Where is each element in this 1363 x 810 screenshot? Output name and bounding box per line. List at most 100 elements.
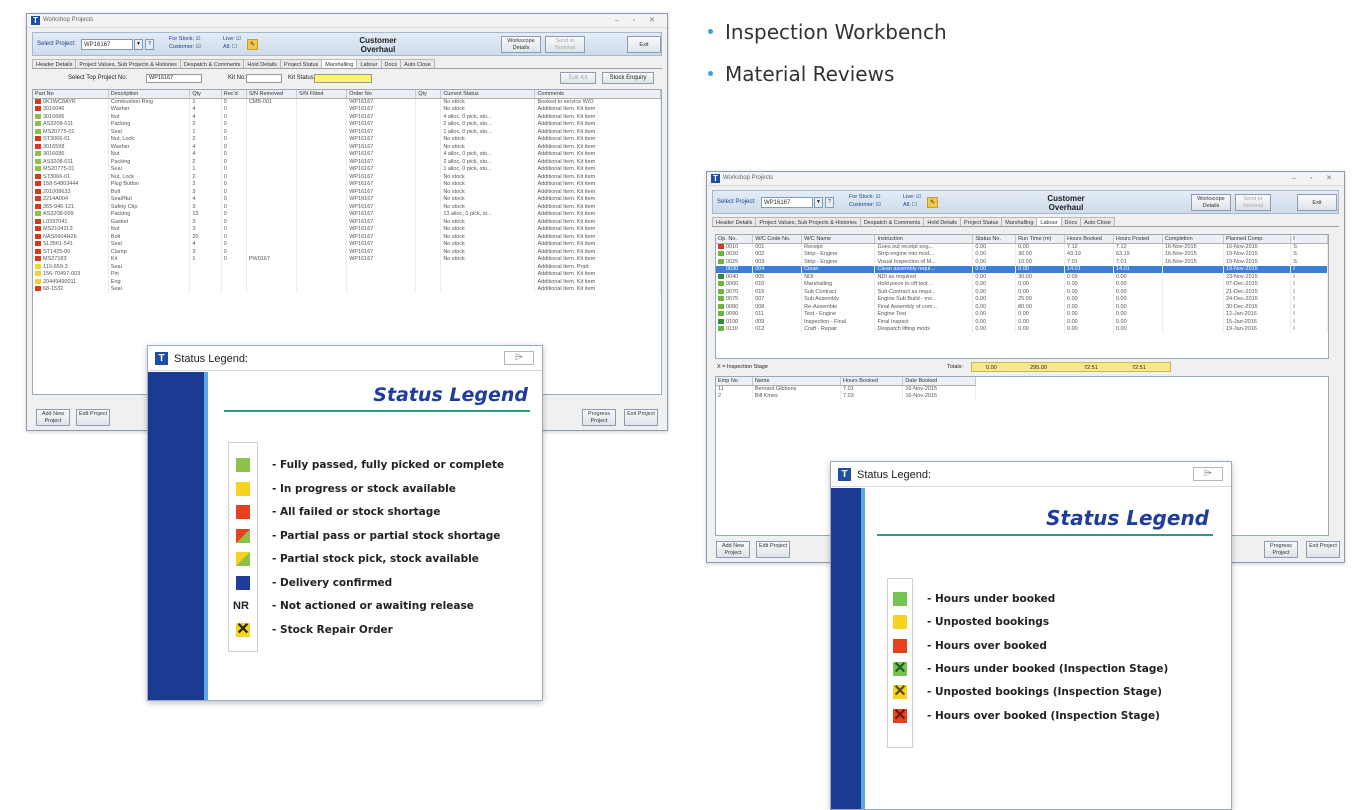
top-project-combo[interactable]: WP16167 (146, 74, 202, 83)
for-stock-checkbox[interactable]: For Stock: ☑ (849, 194, 881, 201)
question-icon[interactable]: ? (145, 39, 154, 50)
all-checkbox[interactable]: All: ☐ (903, 202, 917, 209)
table-row[interactable]: 158-54803444 Plug Button 3 0 WP16167 No stock… (33, 180, 661, 188)
stock-enquiry-button[interactable]: Stock Enquiry (602, 72, 654, 84)
customer-checkbox[interactable]: Customer: ☑ (849, 202, 881, 209)
column-header[interactable]: Name (752, 377, 842, 386)
table-row[interactable]: 355-946-121 Safety Clip 3 0 WP16167 No stock A… (33, 203, 661, 211)
table-row[interactable]: 2 Bill Kmes 7.03 16-Nov-2015 (716, 392, 976, 400)
table-row[interactable]: 68-1532 Seal Additional Item. Kit item (33, 285, 661, 293)
column-header[interactable]: Planned Comp. (1223, 235, 1292, 244)
column-header[interactable]: I (1290, 235, 1328, 244)
table-row[interactable]: 0040 005 NDI NDI as required 0.00 30.00 0.09 0.… (716, 273, 1328, 281)
column-header[interactable]: Comments (534, 90, 661, 99)
tab-labour[interactable]: Labour (1036, 217, 1062, 226)
table-row[interactable]: 0K1WC8AYR Combustion Ring 1 0 CMB-001 WP16167… (33, 98, 661, 106)
table-row[interactable]: MS20775-01 Seal 1 0 WP16167 1 alloc, 0 pick, … (33, 128, 661, 136)
table-row[interactable]: 0010 001 Receipt Goes out receipt eng... 0.0… (716, 243, 1328, 251)
table-row[interactable]: 0020 002 Strip - Engine Strip engine into m… (716, 250, 1328, 258)
table-row[interactable]: ST3066-01 Nut, Lock 2 0 WP16167 No stock Addit… (33, 135, 661, 143)
progress-project-button[interactable]: Progress Project (1264, 541, 1298, 558)
workscope-details-button[interactable]: Workscope Details (501, 36, 541, 53)
tab-project-status[interactable]: Project Status (280, 59, 323, 68)
table-row[interactable]: 0075 007 Sub Assembly Engine Sub Build - mo… (716, 295, 1328, 303)
table-row[interactable]: 3016686 Nut 4 0 WP16167 4 alloc, 0 pick, sto.… (33, 113, 661, 121)
column-header[interactable]: Description (108, 90, 191, 99)
window-controls[interactable]: – ▫ ✕ (615, 16, 661, 24)
table-row[interactable]: 201008633 Bolt 3 0 WP16167 No stock Additional… (33, 188, 661, 196)
table-row[interactable]: AS3208-011 Packing 2 0 WP16167 2 alloc, 0 pic… (33, 158, 661, 166)
tab-auto-close[interactable]: Auto Close (400, 59, 435, 68)
tab-despatch-comments[interactable]: Despatch & Comments (859, 217, 925, 226)
column-header[interactable]: Qty (189, 90, 222, 99)
progress-project-button[interactable]: Progress Project (582, 409, 616, 426)
kit-no-field[interactable] (246, 74, 282, 83)
window-controls[interactable]: – ▫ ✕ (1292, 174, 1338, 182)
table-row[interactable]: L0337041 Gasket 3 0 WP16167 No stock Additiona… (33, 218, 661, 226)
question-icon[interactable]: ? (825, 197, 834, 208)
edit-project-button[interactable]: Edit Project (756, 541, 790, 558)
column-header[interactable]: Run Time (m) (1015, 235, 1066, 244)
tab-project-values-sub-projects-histories[interactable]: Project Values, Sub Projects & Histories (75, 59, 181, 68)
table-row[interactable]: ST3066-01 Nut, Lock 2 0 WP16167 No stock Addit… (33, 173, 661, 181)
column-header[interactable]: Rec'd (221, 90, 247, 99)
table-row[interactable]: MS27183 Kit 1 0 PW0167 WP16167 No stock Additio… (33, 255, 661, 263)
edit-project-button[interactable]: Edit Project (76, 409, 110, 426)
tab-marshalling[interactable]: Marshalling (321, 59, 358, 68)
table-row[interactable]: 110-659-3 Seal Additional Item. Pratt (33, 263, 661, 271)
tab-project-values-sub-projects-histories[interactable]: Project Values, Sub Projects & Histories (755, 217, 861, 226)
column-header[interactable]: Hours Booked (1064, 235, 1114, 244)
column-header[interactable]: Completion (1162, 235, 1224, 244)
folder-icon[interactable]: ✎ (927, 197, 938, 208)
folder-icon[interactable]: ✎ (247, 39, 258, 50)
column-header[interactable]: S/N Fitted (296, 90, 348, 99)
tab-auto-close[interactable]: Auto Close (1080, 217, 1115, 226)
tab-docs[interactable]: Docs (1060, 217, 1082, 226)
tab-labour[interactable]: Labour (356, 59, 382, 68)
table-row[interactable]: AS3208-009 Packing 13 0 WP16167 13 alloc, 0 p… (33, 210, 661, 218)
table-row[interactable]: 2214A004 Seal/Nut 4 0 WP16167 No stock Additio… (33, 195, 661, 203)
column-header[interactable]: Emp No (716, 377, 753, 386)
table-row[interactable]: MS20775-01 Seal 1 0 WP16167 1 alloc, 0 pick, … (33, 165, 661, 173)
close-button[interactable]: ⌲ (504, 351, 534, 365)
table-row[interactable]: 11 Bernard Gibbons 7.01 16-Nov-2015 (716, 385, 976, 393)
add-new-project-button[interactable]: Add New Project (716, 541, 750, 558)
chevron-down-icon[interactable]: ▼ (134, 39, 143, 50)
send-to-nominal-button[interactable]: Send to Nominal (1235, 194, 1271, 211)
add-new-project-button[interactable]: Add New Project (36, 409, 70, 426)
chevron-down-icon[interactable]: ▼ (814, 197, 823, 208)
tab-header-details[interactable]: Header Details (712, 217, 757, 226)
column-header[interactable]: W/C Code No. (752, 235, 803, 244)
all-checkbox[interactable]: All: ☐ (223, 44, 237, 51)
tab-hold-details[interactable]: Hold Details (243, 59, 282, 68)
table-row[interactable]: 0070 015 Sub Contract Sub-Contract as requi… (716, 288, 1328, 296)
labour-operations-grid[interactable]: Op. No. W/C Code No. W/C Name Instruction St… (715, 234, 1329, 359)
tab-docs[interactable]: Docs (380, 59, 402, 68)
column-header[interactable]: Qty (415, 90, 442, 99)
table-row[interactable]: 0060 010 Marshalling Hold piece to off tool… (716, 280, 1328, 288)
table-row[interactable]: AS3208-011 Packing 2 0 WP16167 2 alloc, 0 pic… (33, 120, 661, 128)
table-row[interactable]: 0030 004 Clean Clean assembly requi... 0.00 0… (716, 265, 1328, 273)
table-row[interactable]: 20449490011 Eng Additional Item. Kit item (33, 278, 661, 286)
tab-project-status[interactable]: Project Status (960, 217, 1003, 226)
live-checkbox[interactable]: Live: ☑ (223, 36, 241, 43)
project-combo[interactable]: WP16167 (761, 197, 813, 208)
live-checkbox[interactable]: Live: ☑ (903, 194, 921, 201)
table-row[interactable]: 0110 012 Craft - Repair Despatch lifting mo… (716, 325, 1328, 333)
column-header[interactable]: Part No (33, 90, 109, 99)
table-row[interactable]: MS21042L3 Nut 3 0 WP16167 No stock Additional … (33, 225, 661, 233)
column-header[interactable]: Status No. (972, 235, 1017, 244)
column-header[interactable]: Op. No. (716, 235, 754, 244)
tab-hold-details[interactable]: Hold Details (923, 217, 962, 226)
close-button[interactable]: ⌲ (1193, 467, 1223, 481)
table-row[interactable]: 0090 011 Test - Engine Engine Test 0.00 0.00 0… (716, 310, 1328, 318)
table-row[interactable]: 0100 009 Inspection - Final Final Inspect 0.… (716, 318, 1328, 326)
table-row[interactable]: 3016046 Washer 4 0 WP16167 No stock Additional… (33, 105, 661, 113)
table-row[interactable]: 3016686 Nut 4 0 WP16167 4 alloc, 0 pick, sto.… (33, 150, 661, 158)
tab-marshalling[interactable]: Marshalling (1001, 217, 1038, 226)
table-row[interactable]: 3016598 Washer 4 0 WP16167 No stock Additional… (33, 143, 661, 151)
column-header[interactable]: W/C Name (801, 235, 876, 244)
project-combo[interactable]: WP16167 (81, 39, 133, 50)
table-row[interactable]: 0080 008 Re-Assemble Final Assembly of com.… (716, 303, 1328, 311)
table-row[interactable]: SL3561-541 Seal 4 0 WP16167 No stock Additiona… (33, 240, 661, 248)
